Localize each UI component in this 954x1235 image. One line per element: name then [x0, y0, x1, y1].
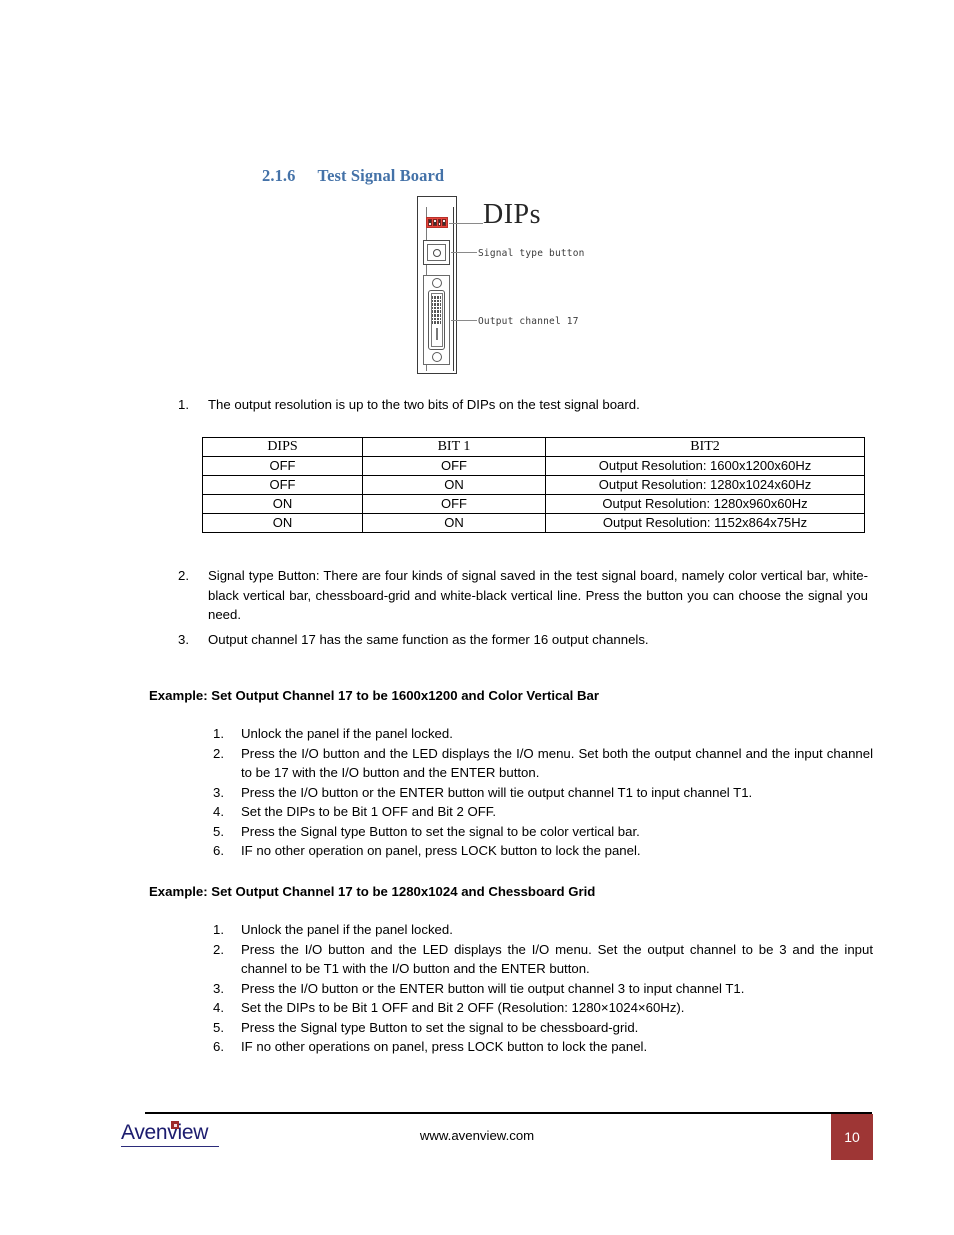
list-marker: 1. — [213, 726, 224, 741]
section-number: 2.1.6 — [262, 166, 296, 185]
list-item: 1. Unlock the panel if the panel locked. — [213, 724, 873, 744]
list-marker: 1. — [178, 397, 189, 412]
table-cell-dips: OFF — [202, 475, 363, 495]
list-text: IF no other operation on panel, press LO… — [241, 843, 641, 858]
output-channel-label: Output channel 17 — [478, 316, 579, 327]
main-instruction-list-continued: 2. Signal type Button: There are four ki… — [178, 566, 868, 649]
list-marker: 4. — [213, 804, 224, 819]
section-heading: 2.1.6 Test Signal Board — [262, 166, 444, 186]
example-2-steps: 1. Unlock the panel if the panel locked.… — [213, 920, 873, 1057]
list-item: 1. Unlock the panel if the panel locked. — [213, 920, 873, 940]
list-marker: 6. — [213, 843, 224, 858]
table-row: OFF OFF Output Resolution: 1600x1200x60H… — [202, 456, 865, 476]
signal-type-button-label: Signal type button — [478, 248, 585, 259]
table-cell-dips: ON — [202, 494, 363, 514]
list-text: Set the DIPs to be Bit 1 OFF and Bit 2 O… — [241, 804, 497, 819]
signal-type-button-icon — [423, 240, 450, 265]
table-cell-dips: ON — [202, 513, 363, 533]
list-text: Press the Signal type Button to set the … — [241, 823, 640, 839]
dvi-connector-icon — [423, 275, 450, 365]
list-text: Press the Signal type Button to set the … — [241, 1019, 639, 1035]
leader-line-output-channel — [451, 320, 477, 321]
list-marker: 3. — [178, 631, 189, 647]
list-item: 2. Press the I/O button and the LED disp… — [213, 744, 873, 783]
dips-title: DIPs — [483, 199, 542, 230]
table-header-cell: DIPS — [202, 437, 363, 457]
logo-underline — [121, 1146, 219, 1148]
table-cell-bit1: ON — [362, 513, 546, 533]
list-text: Output channel 17 has the same function … — [208, 631, 649, 647]
table-header-cell: BIT 1 — [362, 437, 546, 457]
dip-switch-icon — [426, 217, 448, 228]
table-cell-bit1: OFF — [362, 494, 546, 514]
table-cell-bit2: Output Resolution: 1280x1024x60Hz — [545, 475, 865, 495]
list-item: 5. Press the Signal type Button to set t… — [213, 1018, 873, 1038]
list-item: 5. Press the Signal type Button to set t… — [213, 822, 873, 842]
leader-line-dips — [449, 223, 483, 224]
list-item: 3. Output channel 17 has the same functi… — [178, 630, 868, 650]
test-signal-board-diagram: DIPs Signal type button Output channel 1… — [415, 193, 605, 378]
table-cell-bit2: Output Resolution: 1152x864x75Hz — [545, 513, 865, 533]
list-marker: 2. — [213, 745, 224, 761]
page-title: Test Signal Board — [317, 166, 445, 185]
table-cell-bit2: Output Resolution: 1600x1200x60Hz — [545, 456, 865, 476]
list-text: Press the I/O button and the LED display… — [241, 745, 873, 781]
list-marker: 3. — [213, 784, 224, 800]
page-number-badge: 10 — [831, 1114, 873, 1160]
list-item: 4. Set the DIPs to be Bit 1 OFF and Bit … — [213, 802, 873, 822]
list-item: 3. Press the I/O button or the ENTER but… — [213, 979, 873, 999]
list-marker: 5. — [213, 1019, 224, 1035]
table-row: ON OFF Output Resolution: 1280x960x60Hz — [202, 494, 865, 514]
table-header-cell: BIT2 — [545, 437, 865, 457]
leader-line-signal-button — [451, 252, 477, 253]
list-text: Press the I/O button or the ENTER button… — [241, 784, 753, 800]
list-marker: 6. — [213, 1039, 224, 1054]
footer-divider — [145, 1112, 872, 1114]
list-item: 3. Press the I/O button or the ENTER but… — [213, 783, 873, 803]
list-marker: 2. — [178, 568, 189, 583]
list-text: Press the I/O button or the ENTER button… — [241, 980, 745, 996]
document-page: 2.1.6 Test Signal Board DIPs Signal type… — [0, 0, 954, 1235]
list-text: Set the DIPs to be Bit 1 OFF and Bit 2 O… — [241, 1000, 685, 1015]
list-item: 4. Set the DIPs to be Bit 1 OFF and Bit … — [213, 998, 873, 1018]
table-cell-bit2: Output Resolution: 1280x960x60Hz — [545, 494, 865, 514]
main-instruction-list: 1. The output resolution is up to the tw… — [178, 395, 868, 415]
table-row: OFF ON Output Resolution: 1280x1024x60Hz — [202, 475, 865, 495]
list-text: Unlock the panel if the panel locked. — [241, 922, 453, 937]
list-marker: 3. — [213, 980, 224, 996]
list-text: The output resolution is up to the two b… — [208, 397, 640, 412]
list-text: Signal type Button: There are four kinds… — [208, 568, 868, 622]
list-item: 2. Press the I/O button and the LED disp… — [213, 940, 873, 979]
list-item: 1. The output resolution is up to the tw… — [178, 395, 868, 415]
table-row: ON ON Output Resolution: 1152x864x75Hz — [202, 513, 865, 533]
table-cell-bit1: ON — [362, 475, 546, 495]
list-text: Unlock the panel if the panel locked. — [241, 726, 453, 741]
table-cell-bit1: OFF — [362, 456, 546, 476]
list-item: 6. IF no other operations on panel, pres… — [213, 1037, 873, 1057]
example-2-heading: Example: Set Output Channel 17 to be 128… — [149, 884, 596, 899]
list-marker: 5. — [213, 823, 224, 839]
list-text: IF no other operations on panel, press L… — [241, 1039, 648, 1054]
list-marker: 1. — [213, 922, 224, 937]
list-item: 6. IF no other operation on panel, press… — [213, 841, 873, 861]
example-1-steps: 1. Unlock the panel if the panel locked.… — [213, 724, 873, 861]
list-item: 2. Signal type Button: There are four ki… — [178, 566, 868, 625]
example-1-heading: Example: Set Output Channel 17 to be 160… — [149, 688, 599, 703]
list-marker: 2. — [213, 941, 224, 957]
list-marker: 4. — [213, 1000, 224, 1015]
list-text: Press the I/O button and the LED display… — [241, 941, 873, 977]
table-cell-dips: OFF — [202, 456, 363, 476]
table-header-row: DIPS BIT 1 BIT2 — [202, 437, 865, 457]
resolution-table: DIPS BIT 1 BIT2 OFF OFF Output Resolutio… — [202, 437, 865, 533]
footer-url: www.avenview.com — [419, 1128, 535, 1143]
